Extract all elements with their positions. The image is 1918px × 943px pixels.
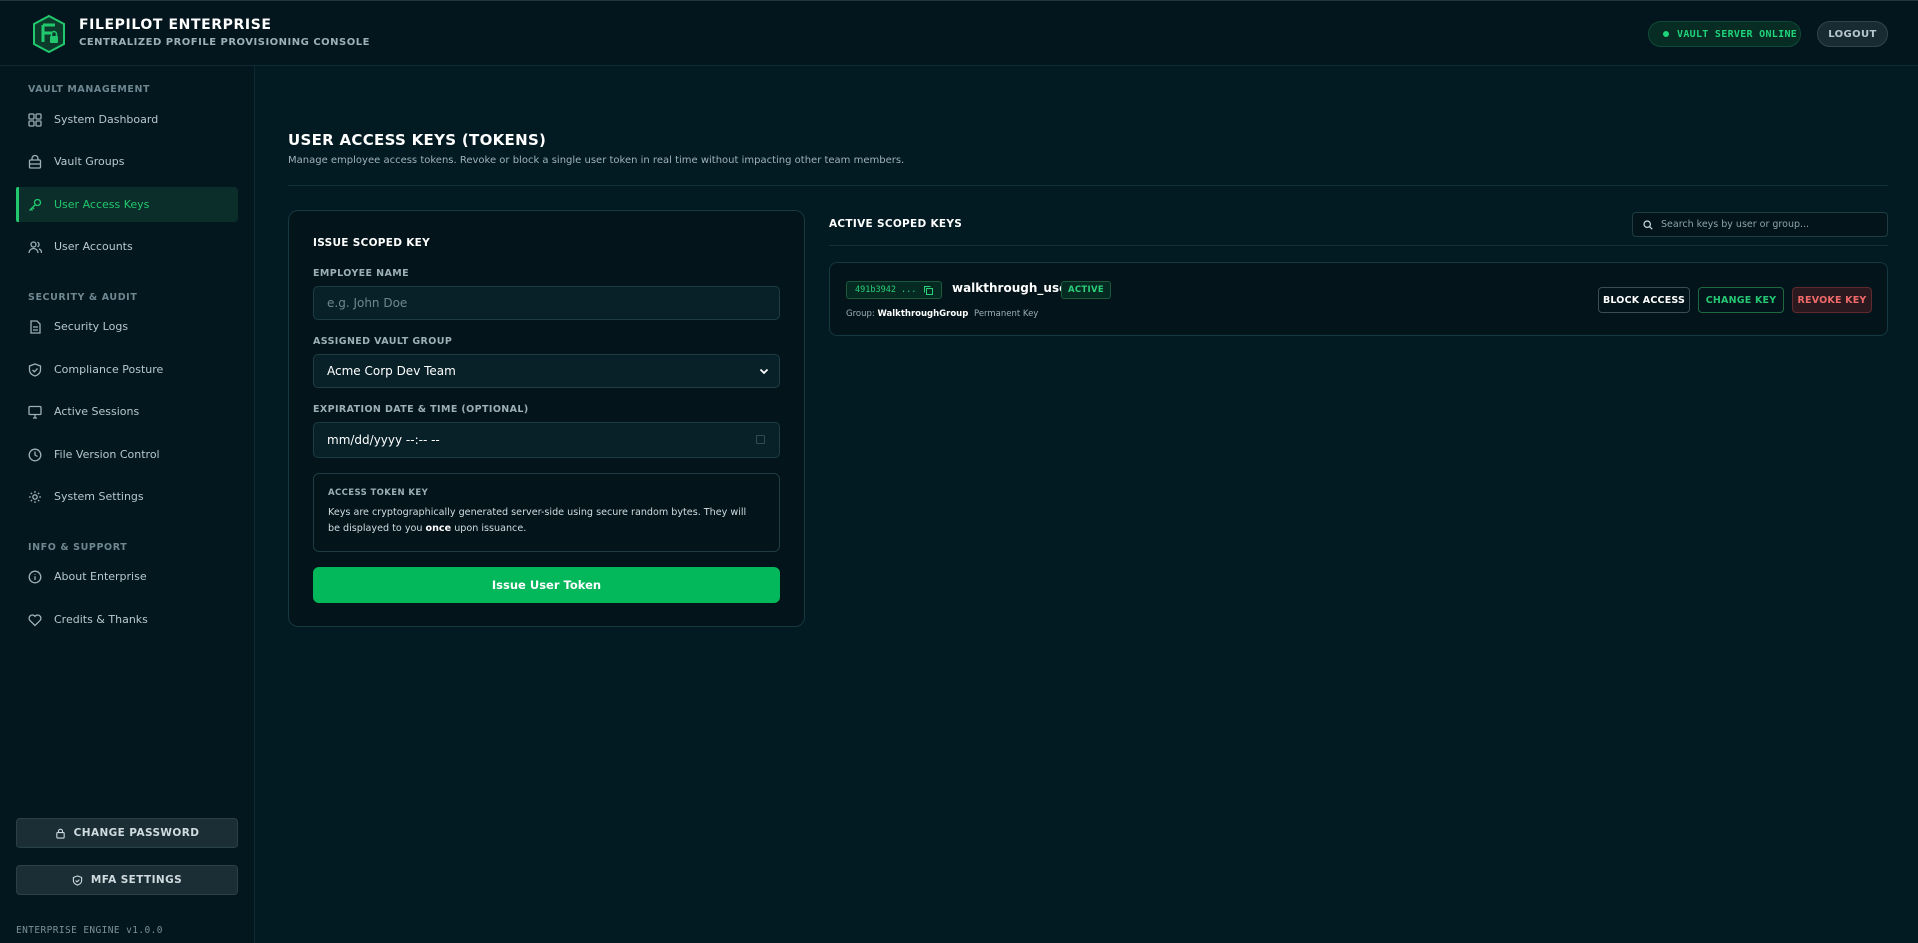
server-status-text: VAULT SERVER ONLINE	[1677, 28, 1798, 40]
monitor-icon	[28, 405, 42, 419]
shield-check-icon	[28, 362, 42, 377]
heart-icon	[28, 613, 42, 627]
section-info-support: INFO & SUPPORT	[28, 542, 128, 553]
key-group-value: WalkthroughGroup	[877, 309, 969, 319]
logout-button[interactable]: LOGOUT	[1817, 21, 1888, 47]
chevron-down-icon	[759, 368, 769, 375]
expiration-datetime-input[interactable]: mm/dd/yyyy --:-- --	[313, 422, 780, 458]
section-security-audit: SECURITY & AUDIT	[28, 292, 138, 303]
key-expiry: Permanent Key	[974, 309, 1039, 319]
revoke-key-button[interactable]: REVOKE KEY	[1792, 287, 1872, 313]
mfa-settings-button[interactable]: MFA SETTINGS	[16, 865, 238, 895]
key-group-label: Group:	[846, 309, 875, 319]
sidebar-item-security-logs[interactable]: Security Logs	[16, 309, 238, 344]
block-access-button[interactable]: BLOCK ACCESS	[1598, 287, 1690, 313]
info-text-part: Keys are cryptographically generated ser…	[328, 507, 747, 534]
copy-icon[interactable]	[924, 286, 933, 295]
shield-icon	[72, 874, 83, 886]
sidebar-item-label: User Accounts	[54, 240, 133, 253]
access-token-info-box: ACCESS TOKEN KEY Keys are cryptographica…	[313, 473, 780, 552]
key-row: 491b3942 ... walkthrough_user ACTIVE Gro…	[829, 262, 1888, 336]
vault-icon	[28, 154, 42, 169]
info-text-emphasis: once	[425, 523, 452, 534]
sidebar-item-label: Credits & Thanks	[54, 613, 148, 626]
info-label: ACCESS TOKEN KEY	[328, 488, 429, 498]
employee-name-label: EMPLOYEE NAME	[313, 268, 409, 279]
key-icon	[28, 198, 42, 212]
grid-icon	[28, 112, 42, 127]
change-password-label: CHANGE PASSWORD	[73, 827, 200, 839]
document-icon	[28, 319, 42, 334]
issue-key-card: ISSUE SCOPED KEY EMPLOYEE NAME e.g. John…	[288, 210, 805, 627]
gear-icon	[28, 490, 42, 504]
status-badge: ACTIVE	[1061, 281, 1111, 299]
page-title: USER ACCESS KEYS (TOKENS)	[288, 131, 547, 149]
users-icon	[28, 240, 42, 254]
sidebar-item-user-access-keys[interactable]: User Access Keys	[16, 187, 238, 222]
search-placeholder: Search keys by user or group...	[1661, 219, 1810, 230]
key-prefix-chip[interactable]: 491b3942 ...	[846, 281, 942, 299]
sidebar: VAULT MANAGEMENT System Dashboard Vault …	[0, 66, 255, 943]
key-group: Group: WalkthroughGroup	[846, 309, 968, 319]
vault-group-value: Acme Corp Dev Team	[327, 364, 456, 378]
sidebar-item-label: System Settings	[54, 490, 144, 503]
expiration-label: EXPIRATION DATE & TIME (OPTIONAL)	[313, 404, 529, 415]
section-vault-management: VAULT MANAGEMENT	[28, 84, 151, 95]
active-keys-title: ACTIVE SCOPED KEYS	[829, 218, 963, 230]
expiration-placeholder: mm/dd/yyyy --:-- --	[327, 433, 440, 447]
sidebar-item-label: Vault Groups	[54, 155, 125, 168]
sidebar-item-credits-thanks[interactable]: Credits & Thanks	[16, 602, 238, 637]
filepilot-logo-icon	[32, 14, 66, 54]
key-username: walkthrough_user	[952, 281, 1074, 295]
sidebar-item-label: Security Logs	[54, 320, 129, 333]
sidebar-divider	[16, 846, 238, 847]
info-icon	[28, 570, 42, 584]
keys-divider	[829, 245, 1888, 246]
sidebar-item-vault-groups[interactable]: Vault Groups	[16, 144, 238, 179]
info-text: Keys are cryptographically generated ser…	[328, 505, 748, 537]
sidebar-item-about-enterprise[interactable]: About Enterprise	[16, 559, 238, 594]
vault-group-select[interactable]: Acme Corp Dev Team	[313, 354, 780, 388]
sidebar-item-label: Compliance Posture	[54, 363, 164, 376]
server-status-badge: VAULT SERVER ONLINE	[1648, 21, 1801, 47]
vault-group-label: ASSIGNED VAULT GROUP	[313, 336, 453, 347]
lock-icon	[55, 828, 65, 839]
employee-name-input[interactable]: e.g. John Doe	[313, 286, 780, 320]
sidebar-item-system-settings[interactable]: System Settings	[16, 479, 238, 514]
sidebar-item-label: File Version Control	[54, 448, 160, 461]
status-dot-icon	[1663, 31, 1669, 37]
sidebar-item-label: User Access Keys	[54, 198, 150, 211]
sidebar-item-compliance-posture[interactable]: Compliance Posture	[16, 352, 238, 387]
sidebar-item-label: Active Sessions	[54, 405, 140, 418]
sidebar-item-system-dashboard[interactable]: System Dashboard	[16, 102, 238, 137]
change-password-button[interactable]: CHANGE PASSWORD	[16, 818, 238, 848]
search-keys-input[interactable]: Search keys by user or group...	[1632, 212, 1888, 237]
sidebar-item-user-accounts[interactable]: User Accounts	[16, 229, 238, 264]
search-icon	[1643, 219, 1653, 230]
clock-icon	[28, 448, 42, 462]
key-prefix: 491b3942 ...	[855, 285, 917, 295]
top-header: FILEPILOT ENTERPRISE CENTRALIZED PROFILE…	[0, 0, 1918, 66]
sidebar-item-label: About Enterprise	[54, 570, 147, 583]
issue-user-token-button[interactable]: Issue User Token	[313, 567, 780, 603]
engine-version: ENTERPRISE ENGINE v1.0.0	[16, 925, 163, 936]
page-description: Manage employee access tokens. Revoke or…	[288, 155, 905, 166]
card-title: ISSUE SCOPED KEY	[313, 237, 431, 249]
sidebar-item-active-sessions[interactable]: Active Sessions	[16, 394, 238, 429]
change-key-button[interactable]: CHANGE KEY	[1698, 287, 1784, 313]
info-text-part: upon issuance.	[451, 523, 527, 534]
sidebar-item-file-version-control[interactable]: File Version Control	[16, 437, 238, 472]
app-title: FILEPILOT ENTERPRISE	[79, 17, 272, 33]
main-divider	[288, 185, 1888, 186]
mfa-settings-label: MFA SETTINGS	[90, 874, 183, 886]
sidebar-item-label: System Dashboard	[54, 113, 159, 126]
app-subtitle: CENTRALIZED PROFILE PROVISIONING CONSOLE	[79, 37, 370, 48]
calendar-icon[interactable]	[756, 435, 765, 444]
